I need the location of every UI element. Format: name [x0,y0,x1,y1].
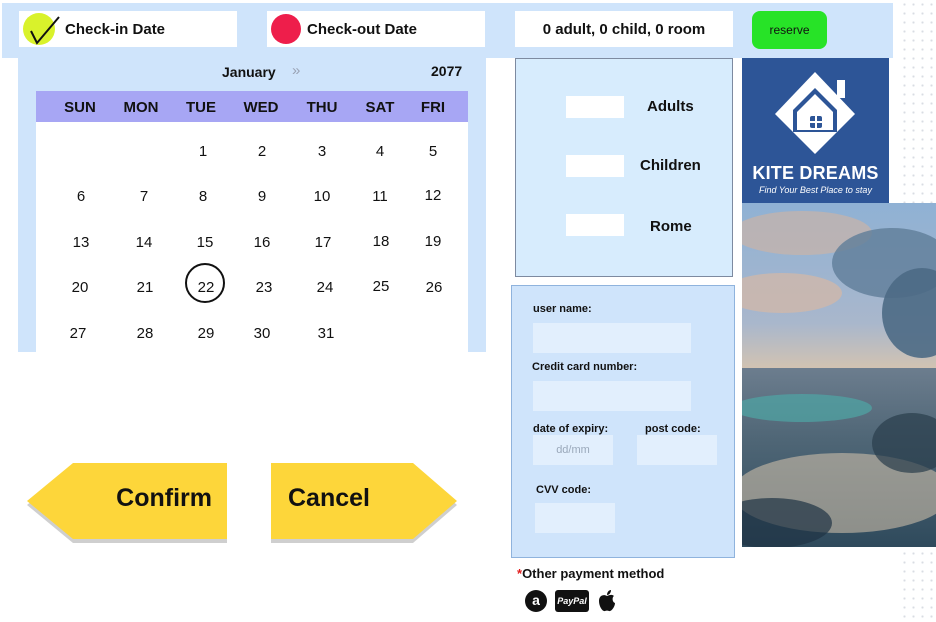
calendar-date[interactable]: 2 [242,143,282,160]
paypal-icon[interactable]: PayPal [555,590,589,612]
checkout-date-label: Check-out Date [307,20,418,38]
calendar-date[interactable]: 6 [61,188,101,205]
weekday-label: WED [243,99,279,116]
checkmark-icon [23,13,60,45]
calendar-date[interactable]: 28 [125,325,165,342]
double-chevron-right-icon[interactable]: » [292,62,300,79]
calendar-date[interactable]: 25 [361,278,401,295]
sea-sunset-photo [742,203,936,547]
username-label: user name: [533,303,592,315]
calendar-date[interactable]: 17 [303,234,343,251]
card-number-input[interactable] [533,381,691,411]
calendar-date[interactable]: 14 [124,234,164,251]
rooms-label: Rome [650,218,692,235]
calendar-date[interactable]: 13 [61,234,101,251]
weekday-label: TUE [186,99,216,116]
children-input[interactable] [566,155,624,177]
calendar-date[interactable]: 30 [242,325,282,342]
adults-input[interactable] [566,96,624,118]
brand-tagline: Find Your Best Place to stay [759,185,872,195]
cvv-input[interactable] [535,503,615,533]
calendar-date[interactable]: 1 [183,143,223,160]
calendar-date[interactable]: 27 [58,325,98,342]
guests-summary-field[interactable]: 0 adult, 0 child, 0 room [515,11,733,47]
postcode-input[interactable] [637,435,717,465]
calendar-date[interactable]: 21 [125,279,165,296]
calendar-date[interactable]: 10 [302,188,342,205]
red-dot-icon [271,14,301,44]
other-payment-text: Other payment method [522,566,665,581]
weekday-label: MON [123,99,159,116]
calendar-month: January [222,64,276,80]
calendar-date[interactable]: 4 [360,143,400,160]
calendar-date[interactable]: 7 [124,188,164,205]
weekday-label: THU [306,99,338,116]
weekday-label: SUN [64,99,96,116]
confirm-button[interactable]: Confirm [27,463,227,539]
calendar-date[interactable]: 24 [305,279,345,296]
guests-summary-text: 0 adult, 0 child, 0 room [542,20,706,38]
calendar-date-selected[interactable]: 22 [186,279,226,296]
house-kite-icon [775,72,855,154]
cancel-label: Cancel [288,484,370,512]
adults-label: Adults [647,98,694,115]
calendar-year: 2077 [431,63,463,79]
calendar-date[interactable]: 20 [60,279,100,296]
calendar-date[interactable]: 23 [244,279,284,296]
username-input[interactable] [533,323,691,353]
calendar-date[interactable]: 31 [306,325,346,342]
rooms-input[interactable] [566,214,624,236]
postcode-label: post code: [645,423,701,435]
calendar-date[interactable]: 29 [186,325,226,342]
cvv-label: CVV code: [536,484,592,496]
weekday-label: SAT [365,99,395,116]
other-payment-label: *Other payment method [517,566,664,581]
calendar-date[interactable]: 26 [414,279,454,296]
children-label: Children [640,157,701,174]
amazon-icon[interactable]: a [525,590,547,612]
calendar-date[interactable]: 5 [413,143,453,160]
calendar-date[interactable]: 8 [183,188,223,205]
calendar-date[interactable]: 18 [361,233,401,250]
calendar-date[interactable]: 9 [242,188,282,205]
card-number-label: Credit card number: [532,361,638,373]
expiry-label: date of expiry: [533,423,609,435]
cancel-button[interactable]: Cancel [271,463,457,539]
calendar-date[interactable]: 11 [360,188,400,205]
calendar-date[interactable]: 12 [413,187,453,204]
confirm-label: Confirm [116,484,212,512]
expiry-input[interactable]: dd/mm [533,435,613,465]
calendar-date[interactable]: 16 [242,234,282,251]
checkout-date-field[interactable]: Check-out Date [267,11,485,47]
weekday-label: FRI [420,99,446,116]
apple-icon[interactable] [597,589,617,613]
calendar-date[interactable]: 15 [185,234,225,251]
brand-name: KITE DREAMS [752,163,879,183]
calendar-date[interactable]: 19 [413,233,453,250]
reserve-button[interactable]: reserve [752,11,827,49]
checkin-date-field[interactable]: Check-in Date [19,11,237,47]
checkin-date-label: Check-in Date [65,20,166,38]
calendar-date[interactable]: 3 [302,143,342,160]
